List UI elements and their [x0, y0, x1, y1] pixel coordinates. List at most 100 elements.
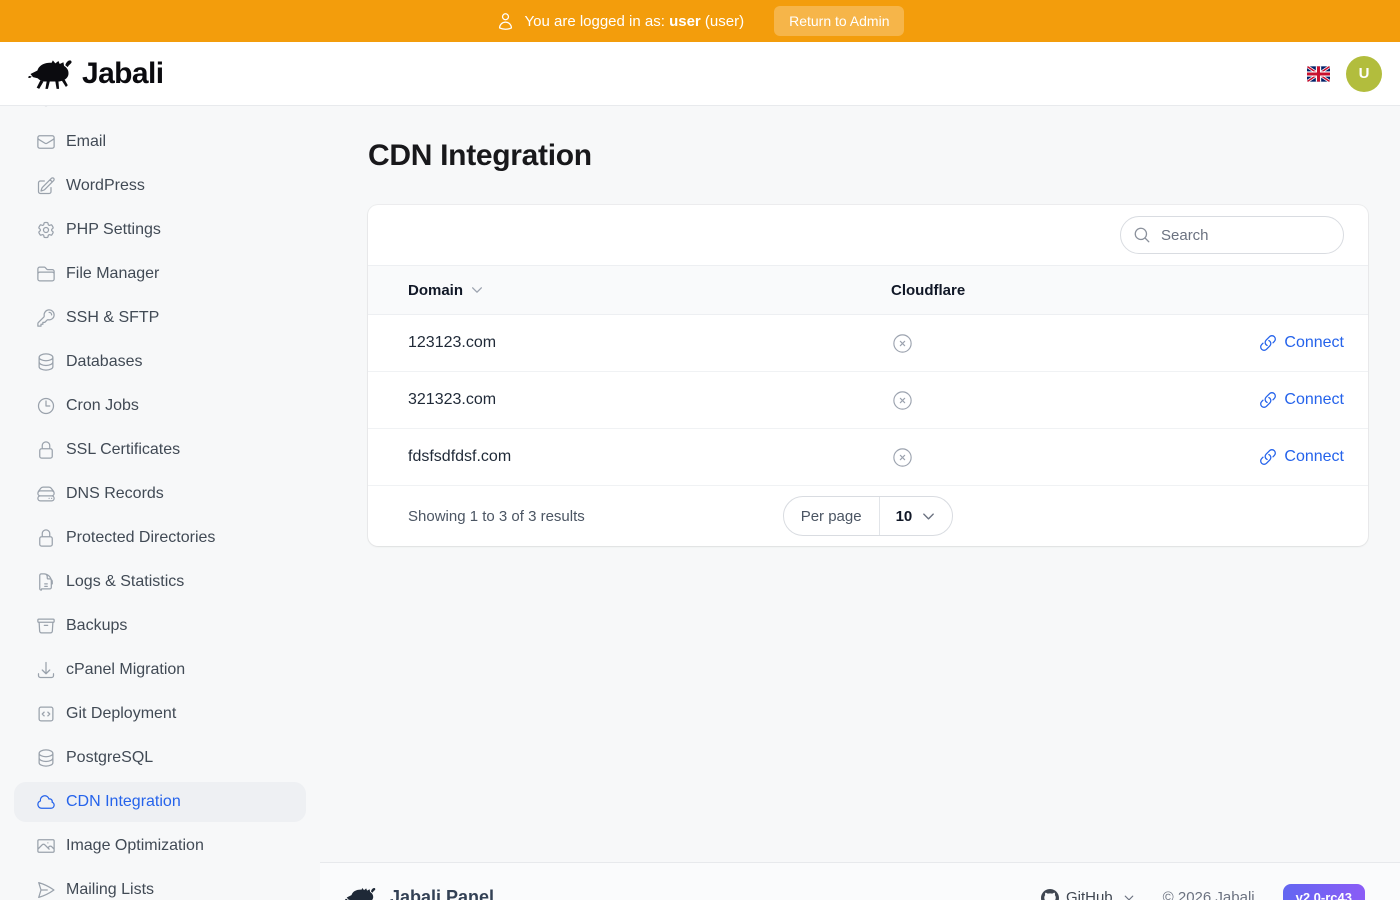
server-icon	[36, 484, 56, 504]
column-header-cloudflare: Cloudflare	[891, 282, 1368, 299]
sidebar-item-logs-statistics[interactable]: Logs & Statistics	[14, 562, 306, 602]
sidebar-item-ssh-sftp[interactable]: SSH & SFTP	[14, 298, 306, 338]
link-icon	[1259, 448, 1277, 466]
sidebar-item-label: SSL Certificates	[66, 441, 180, 459]
boar-logo-icon	[345, 886, 377, 900]
chevron-down-icon	[921, 509, 936, 524]
sidebar-item-label: Backups	[66, 617, 127, 635]
sidebar-item-php-settings[interactable]: PHP Settings	[14, 210, 306, 250]
sidebar-item-label: Logs & Statistics	[66, 573, 184, 591]
connect-button[interactable]: Connect	[1259, 391, 1344, 409]
connect-label: Connect	[1284, 391, 1344, 409]
sidebar-item-dns-records[interactable]: DNS Records	[14, 474, 306, 514]
page-title: CDN Integration	[368, 140, 1368, 172]
sidebar-item-cron-jobs[interactable]: Cron Jobs	[14, 386, 306, 426]
sidebar-item-label: Email	[66, 133, 106, 151]
sidebar-item-cdn-integration[interactable]: CDN Integration	[14, 782, 306, 822]
sidebar-item-backups[interactable]: Backups	[14, 606, 306, 646]
lock-icon	[36, 528, 56, 548]
footer-brand: Jabali Panel	[345, 886, 494, 900]
sidebar-item-protected-directories[interactable]: Protected Directories	[14, 518, 306, 558]
sidebar-item-label: Image Optimization	[66, 837, 204, 855]
column-label: Cloudflare	[891, 282, 965, 299]
domain-cell: 321323.com	[368, 391, 891, 409]
sidebar-item-label: PHP Settings	[66, 221, 161, 239]
link-icon	[1259, 334, 1277, 352]
sidebar-item-file-manager[interactable]: File Manager	[14, 254, 306, 294]
sidebar-item-label: DNS Records	[66, 485, 164, 503]
sidebar-item-label: Databases	[66, 353, 143, 371]
brand-name: Jabali	[82, 57, 163, 91]
login-username: user	[669, 13, 701, 30]
connect-button[interactable]: Connect	[1259, 448, 1344, 466]
footer-brand-name: Jabali Panel	[390, 887, 494, 900]
connect-button[interactable]: Connect	[1259, 334, 1344, 352]
chevron-down-icon	[1123, 892, 1135, 900]
per-page-control: Per page 10	[783, 496, 954, 536]
code-bracket-icon	[36, 704, 56, 724]
domain-cell: 123123.com	[368, 334, 891, 352]
sidebar-item-image-optimization[interactable]: Image Optimization	[14, 826, 306, 866]
search-icon	[1133, 226, 1151, 244]
table-row[interactable]: 123123.com Connect	[368, 315, 1368, 372]
folder-icon	[36, 264, 56, 284]
page-footer: Jabali Panel GitHub © 2026 Jabali v2.0-r…	[320, 862, 1400, 900]
cloud-icon	[36, 792, 56, 812]
github-link[interactable]: GitHub	[1041, 889, 1135, 900]
search-input[interactable]	[1120, 216, 1344, 254]
brand-logo[interactable]: Jabali	[28, 57, 163, 91]
table-row[interactable]: fdsfsdfdsf.com Connect	[368, 429, 1368, 486]
sidebar-item-cpanel-migration[interactable]: cPanel Migration	[14, 650, 306, 690]
chevron-down-icon	[470, 283, 484, 297]
cdn-table-card: Domain Cloudflare 123123.com Connect	[368, 205, 1368, 546]
archive-box-icon	[36, 616, 56, 636]
download-icon	[36, 660, 56, 680]
sidebar-item-databases[interactable]: Databases	[14, 342, 306, 382]
database-icon	[36, 352, 56, 372]
sidebar-item-label: Protected Directories	[66, 529, 215, 547]
results-summary: Showing 1 to 3 of 3 results	[408, 508, 585, 525]
column-label: Domain	[408, 282, 463, 299]
impersonation-bar: You are logged in as: user (user) Return…	[0, 0, 1400, 42]
main-content: CDN Integration Domain Cloudflare 123123…	[320, 106, 1400, 900]
version-badge[interactable]: v2.0-rc43	[1283, 884, 1365, 900]
x-circle-icon	[891, 446, 914, 469]
sidebar-item-label: cPanel Migration	[66, 661, 185, 679]
envelope-icon	[36, 132, 56, 152]
sidebar-item-email[interactable]: Email	[14, 122, 306, 162]
sidebar-item-wordpress[interactable]: WordPress	[14, 166, 306, 206]
table-row[interactable]: 321323.com Connect	[368, 372, 1368, 429]
return-to-admin-button[interactable]: Return to Admin	[774, 6, 904, 36]
sidebar-item-ssl-certificates[interactable]: SSL Certificates	[14, 430, 306, 470]
database-icon	[36, 748, 56, 768]
sidebar-item-label: Git Deployment	[66, 705, 176, 723]
sidebar-item-label: SSH & SFTP	[66, 309, 159, 327]
login-message: You are logged in as: user (user)	[525, 13, 745, 30]
uk-flag-icon[interactable]	[1307, 66, 1330, 82]
pagination-bar: Showing 1 to 3 of 3 results Per page 10	[368, 486, 1368, 546]
x-circle-icon	[891, 332, 914, 355]
connect-label: Connect	[1284, 334, 1344, 352]
sidebar-item-mailing-lists[interactable]: Mailing Lists	[14, 870, 306, 900]
key-icon	[36, 308, 56, 328]
per-page-value: 10	[896, 508, 913, 525]
sidebar-item-label: File Manager	[66, 265, 159, 283]
sidebar-item-postgresql[interactable]: PostgreSQL	[14, 738, 306, 778]
pencil-square-icon	[36, 176, 56, 196]
lock-icon	[36, 440, 56, 460]
user-icon	[496, 12, 515, 31]
sidebar-item-git-deployment[interactable]: Git Deployment	[14, 694, 306, 734]
sidebar-item-label: Mailing Lists	[66, 881, 154, 899]
sidebar-item-label: Cron Jobs	[66, 397, 139, 415]
per-page-label: Per page	[784, 497, 880, 535]
sidebar-item-clipped[interactable]	[14, 106, 306, 118]
paper-plane-icon	[36, 880, 56, 900]
x-circle-icon	[891, 389, 914, 412]
sidebar-item-label: CDN Integration	[66, 793, 181, 811]
per-page-select[interactable]: 10	[880, 497, 953, 535]
user-avatar[interactable]: U	[1346, 56, 1382, 92]
column-header-domain[interactable]: Domain	[368, 282, 891, 299]
table-toolbar	[368, 205, 1368, 265]
copyright-text: © 2026 Jabali	[1163, 889, 1255, 900]
globe-icon	[36, 106, 56, 108]
